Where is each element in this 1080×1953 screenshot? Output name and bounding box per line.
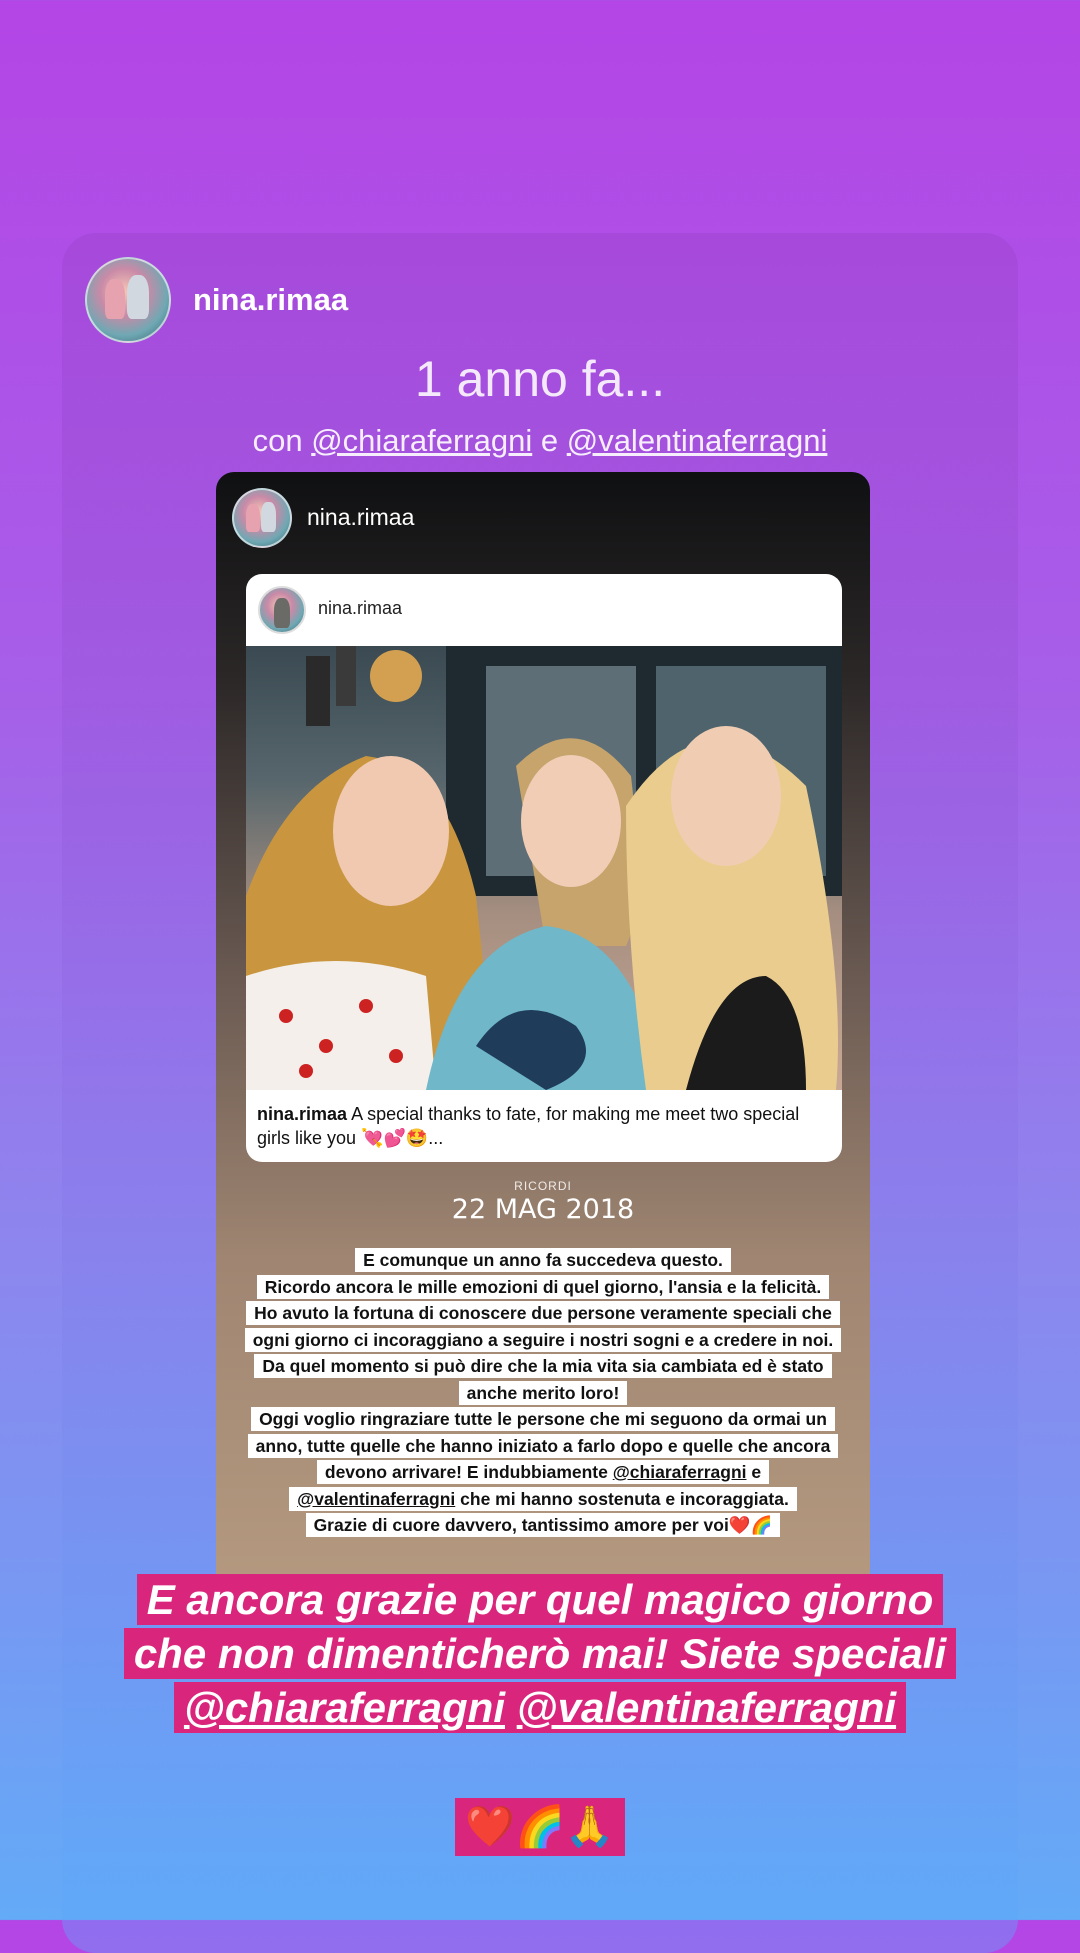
story-text-line-4: Da quel momento si può dire che la mia v… (254, 1354, 832, 1405)
post-author-avatar (258, 586, 306, 634)
story-text-conjunction: e (751, 1462, 762, 1482)
story-text-line-2: Ricordo ancora le mille emozioni di quel… (256, 1274, 830, 1299)
with-conjunction: e (540, 423, 559, 458)
story-author-username[interactable]: nina.rimaa (193, 282, 348, 318)
highlight-caption-text: E ancora grazie per quel magico giorno c… (123, 1574, 957, 1733)
memories-label: RICORDI (514, 1179, 572, 1193)
memory-story-text: E comunque un anno fa succedeva questo. … (240, 1247, 846, 1539)
story-text-line-1: E comunque un anno fa succedeva questo. (355, 1248, 731, 1272)
shared-memory-story[interactable]: nina.rimaa nina.rimaa nina.rimaa A speci… (216, 472, 870, 1600)
inner-story-username: nina.rimaa (307, 504, 415, 530)
story-text-paragraph-3: Oggi voglio ringraziare tutte le persone… (247, 1407, 839, 1511)
story-text-line-6: che mi hanno sostenuta e incoraggiata. (460, 1488, 789, 1509)
post-caption: nina.rimaa A special thanks to fate, for… (257, 1102, 833, 1150)
emoji-sticker: ❤️🌈🙏 (455, 1798, 625, 1856)
highlight-mention-valentinaferragni[interactable]: @valentinaferragni (517, 1684, 896, 1731)
story-highlight-caption: E ancora grazie per quel magico giorno c… (100, 1573, 980, 1735)
memory-headline: 1 anno fa... (414, 351, 666, 407)
highlight-caption-line: E ancora grazie per quel magico giorno c… (133, 1576, 947, 1677)
with-prefix: con (252, 423, 303, 458)
post-author-username: nina.rimaa (318, 598, 403, 618)
mention-valentinaferragni[interactable]: @valentinaferragni (567, 423, 828, 458)
story-text-line-7: Grazie di cuore davvero, tantissimo amor… (305, 1513, 781, 1537)
story-text-mention-chiaraferragni[interactable]: @chiaraferragni (613, 1462, 747, 1482)
story-text-line-3: Ho avuto la fortuna di conoscere due per… (244, 1301, 842, 1352)
caption-username: nina.rimaa (257, 1104, 348, 1124)
inner-story-avatar (232, 488, 292, 548)
memories-date: 22 MAG 2018 (451, 1194, 635, 1225)
story-author-avatar[interactable] (85, 257, 171, 343)
shared-post-card[interactable]: nina.rimaa nina.rimaa A special thanks t… (246, 574, 842, 1162)
story-text-mention-valentinaferragni[interactable]: @valentinaferragni (297, 1489, 455, 1509)
post-photo (246, 646, 842, 1090)
highlight-mention-chiaraferragni[interactable]: @chiaraferragni (184, 1684, 505, 1731)
memory-mentions: con @chiaraferragni e @valentinaferragni (0, 423, 1080, 459)
mention-chiaraferragni[interactable]: @chiaraferragni (311, 423, 532, 458)
post-photo-illustration (246, 646, 842, 1090)
emoji-row: ❤️🌈🙏 (0, 1798, 1080, 1856)
